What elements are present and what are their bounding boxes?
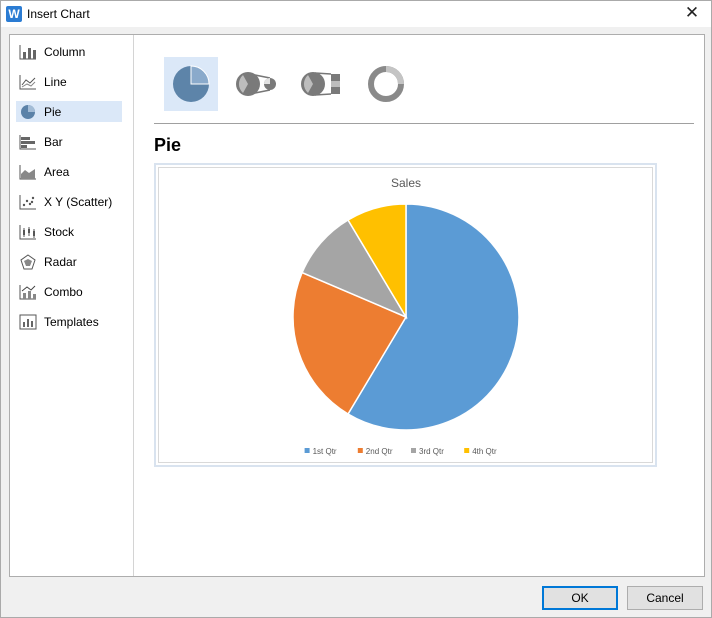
sidebar-item-label: Bar — [44, 134, 63, 149]
chart-title: Sales — [391, 176, 421, 190]
templates-icon — [19, 314, 37, 329]
sidebar-item-bar[interactable]: Bar — [16, 131, 122, 152]
sidebar-item-radar[interactable]: Radar — [16, 251, 122, 272]
dialog-footer: OK Cancel — [1, 579, 712, 618]
chart-preview: Sales 1st Qtr 2nd Qtr 3rd Qtr 4th Qtr — [154, 163, 657, 467]
cancel-button[interactable]: Cancel — [627, 586, 703, 610]
pie-chart: Sales 1st Qtr 2nd Qtr 3rd Qtr 4th Qtr — [292, 176, 520, 456]
pie-subtype-icon — [173, 65, 210, 102]
scatter-chart-icon — [19, 194, 36, 209]
insert-chart-dialog: W Insert Chart ✕ Column Line Pie Bar Are… — [0, 0, 712, 618]
sidebar-item-label: Templates — [44, 314, 99, 329]
sidebar-item-label: Area — [44, 164, 70, 179]
doughnut-icon — [368, 66, 404, 102]
radar-chart-icon — [20, 253, 36, 269]
legend-label: 2nd Qtr — [366, 447, 393, 456]
dialog-title: Insert Chart — [27, 7, 90, 21]
line-chart-icon — [19, 74, 36, 89]
legend-swatch — [357, 448, 363, 453]
sidebar-item-label: Combo — [44, 284, 83, 299]
sidebar-item-column[interactable]: Column — [16, 41, 122, 62]
app-logo-icon: W — [6, 6, 22, 22]
sidebar-item-label: Pie — [44, 104, 62, 119]
chart-area: Sales 1st Qtr 2nd Qtr 3rd Qtr 4th Qtr — [158, 167, 653, 463]
sidebar-item-area[interactable]: Area — [16, 161, 122, 182]
legend-label: 1st Qtr — [313, 447, 337, 456]
divider — [154, 123, 694, 124]
chart-main-panel: Pie Sales 1st Qtr 2nd Qtr 3rd Qtr 4th Qtr — [135, 35, 704, 576]
sidebar-item-line[interactable]: Line — [16, 71, 122, 92]
sidebar-item-label: Radar — [44, 254, 77, 269]
area-chart-icon — [19, 164, 36, 179]
legend-swatch — [464, 448, 470, 453]
subtype-pie[interactable] — [164, 57, 218, 111]
column-chart-icon — [19, 44, 36, 59]
close-button[interactable]: ✕ — [683, 4, 701, 22]
ok-button[interactable]: OK — [542, 586, 618, 610]
subtype-bar-of-pie[interactable] — [294, 57, 348, 111]
sidebar-item-pie[interactable]: Pie — [16, 101, 122, 122]
pie-of-pie-icon — [236, 72, 276, 96]
dialog-content: Column Line Pie Bar Area X Y (Scatter) S… — [9, 34, 705, 577]
pie-chart-icon — [21, 104, 35, 119]
sidebar-item-templates[interactable]: Templates — [16, 311, 122, 332]
combo-chart-icon — [19, 284, 36, 299]
bar-of-pie-icon — [301, 72, 340, 96]
sidebar-item-label: Column — [44, 44, 86, 59]
sidebar-item-label: Stock — [44, 224, 75, 239]
sidebar-item-scatter[interactable]: X Y (Scatter) — [16, 191, 122, 212]
preview-heading: Pie — [154, 135, 182, 155]
legend-swatch — [304, 448, 310, 453]
bar-chart-icon — [19, 134, 36, 149]
sidebar-item-combo[interactable]: Combo — [16, 281, 122, 302]
chart-type-sidebar: Column Line Pie Bar Area X Y (Scatter) S… — [10, 35, 134, 576]
subtype-doughnut[interactable] — [359, 57, 413, 111]
subtype-pie-of-pie[interactable] — [229, 57, 283, 111]
sidebar-item-label: X Y (Scatter) — [44, 194, 113, 209]
stock-chart-icon — [19, 224, 36, 239]
sidebar-item-label: Line — [44, 74, 67, 89]
title-bar: W Insert Chart ✕ — [1, 1, 711, 27]
sidebar-item-stock[interactable]: Stock — [16, 221, 122, 242]
legend-label: 3rd Qtr — [419, 447, 444, 456]
legend-swatch — [411, 448, 416, 453]
legend-label: 4th Qtr — [472, 447, 497, 456]
